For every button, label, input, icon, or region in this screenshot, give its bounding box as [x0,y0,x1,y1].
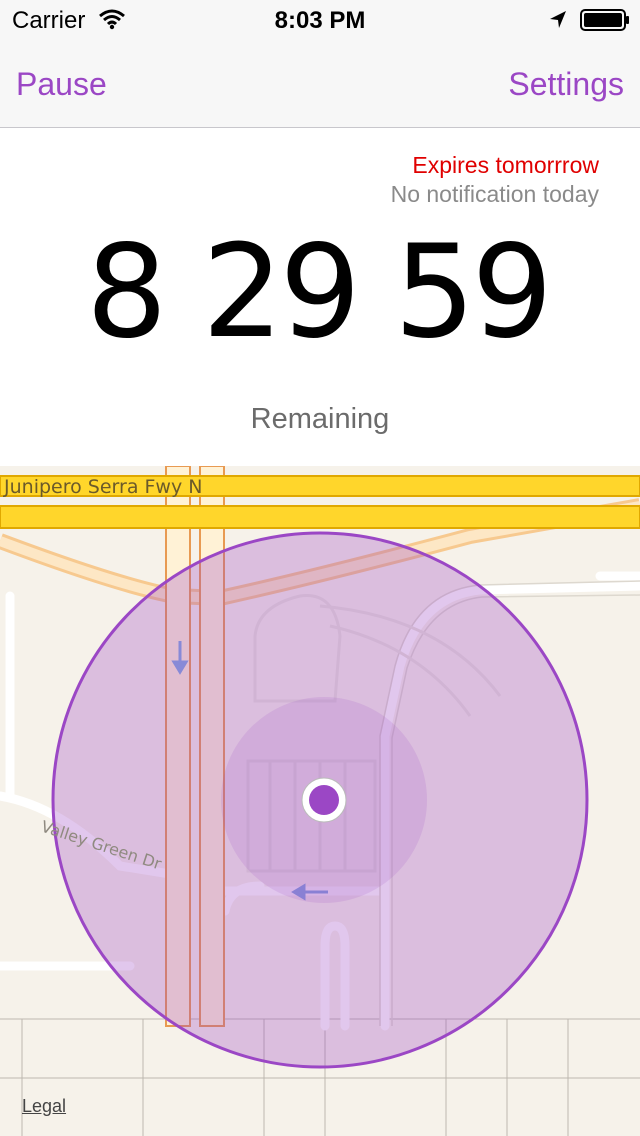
legal-link[interactable]: Legal [22,1096,66,1117]
navigation-bar: Pause Settings [0,40,640,128]
expires-label: Expires tomorrrow [412,152,599,178]
status-bar: Carrier 8:03 PM [0,0,640,40]
status-time: 8:03 PM [274,7,366,34]
countdown-minutes: 29 [202,218,361,367]
map-canvas: Junipero Serra Fwy N Valley Green Dr [0,466,640,1136]
countdown-seconds: 59 [394,218,553,367]
map-view[interactable]: Junipero Serra Fwy N Valley Green Dr [0,466,640,1136]
countdown-hours: 8 [86,218,167,367]
highway-label: Junipero Serra Fwy N [3,476,202,498]
battery-icon [580,9,630,36]
remaining-label: Remaining [250,403,390,435]
pause-button[interactable]: Pause [16,66,107,103]
location-arrow-icon [548,10,568,35]
notification-status: No notification today [390,181,599,207]
countdown-timer: 8 29 59 [0,228,640,358]
user-location-icon [309,785,339,815]
settings-button[interactable]: Settings [508,66,624,103]
